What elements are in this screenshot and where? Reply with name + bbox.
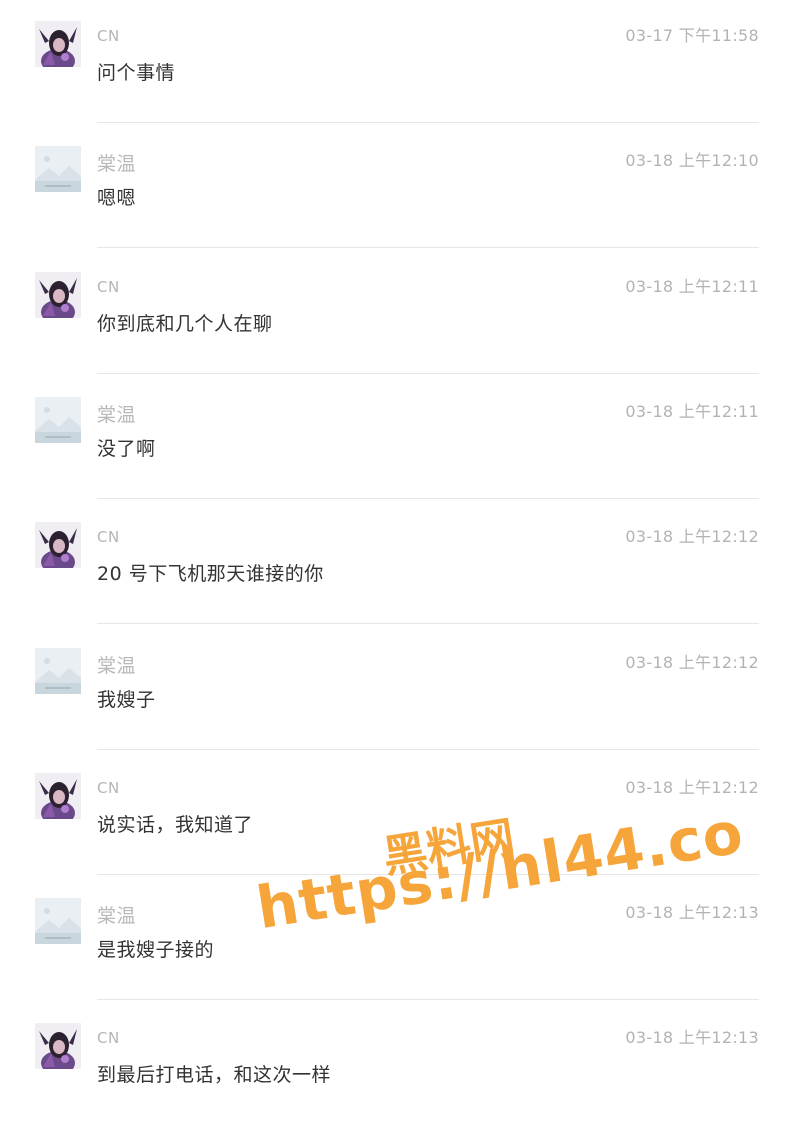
message-divider (97, 247, 759, 248)
sender-name: 棠温 (97, 153, 137, 175)
message-item[interactable]: CN 03-18 上午12:12 20 号下飞机那天谁接的你 (0, 501, 800, 626)
message-timestamp: 03-18 上午12:13 (625, 1028, 759, 1047)
message-timestamp: 03-18 上午12:10 (625, 151, 759, 170)
message-text: 到最后打电话，和这次一样 (97, 1064, 332, 1086)
cn-avatar-icon[interactable] (35, 1023, 81, 1069)
message-item[interactable]: 棠温 03-18 上午12:12 我嫂子 (0, 627, 800, 752)
message-timestamp: 03-18 上午12:12 (625, 778, 759, 797)
message-item[interactable]: CN 03-18 上午12:11 你到底和几个人在聊 (0, 251, 800, 376)
message-divider (97, 373, 759, 374)
placeholder-image-icon[interactable] (35, 397, 81, 443)
placeholder-image-icon[interactable] (35, 898, 81, 944)
message-timestamp: 03-18 上午12:12 (625, 527, 759, 546)
message-text: 问个事情 (97, 62, 176, 84)
message-timestamp: 03-17 下午11:58 (625, 26, 759, 45)
sender-name: 棠温 (97, 655, 137, 677)
message-timestamp: 03-18 上午12:12 (625, 653, 759, 672)
message-divider (97, 623, 759, 624)
sender-name: CN (97, 27, 120, 45)
sender-name: CN (97, 779, 120, 797)
message-text: 我嫂子 (97, 689, 156, 711)
message-text: 你到底和几个人在聊 (97, 313, 273, 335)
message-text: 嗯嗯 (97, 187, 137, 209)
cn-avatar-icon[interactable] (35, 272, 81, 318)
message-divider (97, 122, 759, 123)
placeholder-image-icon[interactable] (35, 146, 81, 192)
message-timestamp: 03-18 上午12:11 (625, 277, 759, 296)
cn-avatar-icon[interactable] (35, 21, 81, 67)
sender-name: CN (97, 528, 120, 546)
sender-name: CN (97, 1029, 120, 1047)
message-divider (97, 999, 759, 1000)
placeholder-image-icon[interactable] (35, 648, 81, 694)
message-item[interactable]: CN 03-17 下午11:58 问个事情 (0, 0, 800, 125)
message-divider (97, 498, 759, 499)
message-divider (97, 749, 759, 750)
sender-name: 棠温 (97, 905, 137, 927)
message-text: 说实话，我知道了 (97, 814, 254, 836)
message-item[interactable]: 棠温 03-18 上午12:13 是我嫂子接的 (0, 877, 800, 1002)
message-timestamp: 03-18 上午12:11 (625, 402, 759, 421)
message-item[interactable]: 棠温 03-18 上午12:10 嗯嗯 (0, 125, 800, 250)
message-item[interactable]: 棠温 03-18 上午12:11 没了啊 (0, 376, 800, 501)
message-text: 没了啊 (97, 438, 156, 460)
cn-avatar-icon[interactable] (35, 522, 81, 568)
sender-name: CN (97, 278, 120, 296)
message-item[interactable]: CN 03-18 上午12:12 说实话，我知道了 (0, 752, 800, 877)
message-text: 20 号下飞机那天谁接的你 (97, 563, 324, 585)
message-divider (97, 874, 759, 875)
cn-avatar-icon[interactable] (35, 773, 81, 819)
message-item[interactable]: CN 03-18 上午12:13 到最后打电话，和这次一样 (0, 1002, 800, 1127)
message-text: 是我嫂子接的 (97, 939, 215, 961)
sender-name: 棠温 (97, 404, 137, 426)
message-timestamp: 03-18 上午12:13 (625, 903, 759, 922)
